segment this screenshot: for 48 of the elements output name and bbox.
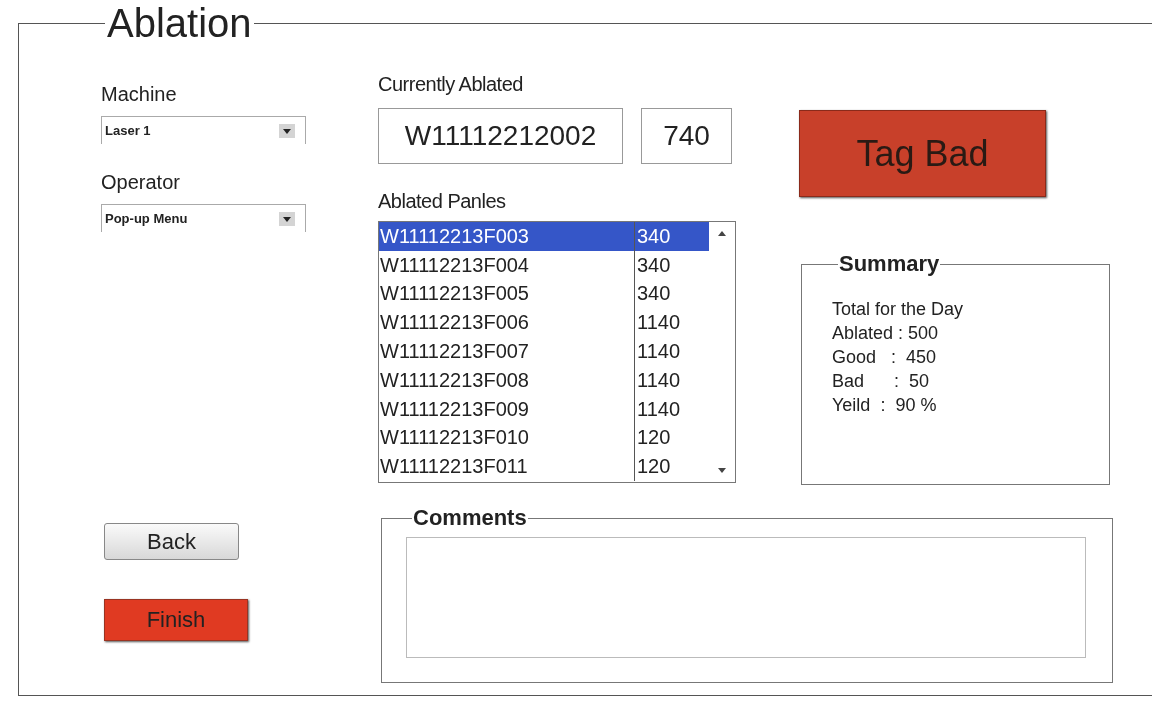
scroll-down-icon[interactable] (717, 466, 727, 474)
panel-id-cell: W11112213F004 (379, 250, 635, 280)
count-cell-text: 1140 (636, 397, 680, 421)
currently-ablated-label: Currently Ablated (378, 72, 524, 96)
panel-id-cell: W11112213F010 (379, 423, 635, 453)
count-cell-text: 340 (636, 282, 671, 306)
count-cell-text: 1140 (636, 311, 680, 335)
list-row[interactable]: W11112213F003 340 (379, 222, 709, 251)
back-button[interactable]: Back (104, 523, 239, 560)
list-row[interactable]: W11112213F009 1140 (379, 394, 709, 424)
list-row[interactable]: W11112213F004 340 (379, 250, 709, 280)
summary-line: Total for the Day (832, 298, 965, 321)
panel-id-cell: W11112213F008 (379, 366, 635, 395)
scroll-up-icon[interactable] (717, 230, 727, 238)
list-row[interactable]: W11112213F005 340 (379, 279, 709, 309)
count-cell-text: 120 (636, 455, 671, 479)
summary-line: Good : 450 (832, 346, 938, 369)
ablated-panels-label: Ablated Panles (378, 189, 507, 213)
summary-line: Bad : 50 (832, 370, 931, 393)
panel-id-cell: W11112213F007 (379, 337, 635, 366)
count-cell-text: 1140 (636, 368, 680, 392)
panel-id-cell: W11112213F011 (379, 452, 635, 482)
operator-dropdown[interactable]: Pop-up Menu (101, 204, 306, 232)
panel-id-cell: W11112213F009 (379, 394, 635, 424)
machine-dropdown[interactable]: Laser 1 (101, 116, 306, 144)
machine-label: Machine (101, 82, 178, 106)
list-row[interactable]: W11112213F010 120 (379, 423, 709, 453)
summary-line: Yeild : 90 % (832, 394, 938, 417)
panel-id-cell: W11112213F005 (379, 279, 635, 309)
summary-line: Ablated : 500 (832, 322, 940, 345)
list-row[interactable]: W11112213F006 1140 (379, 308, 709, 338)
finish-button[interactable]: Finish (104, 599, 248, 641)
comments-field[interactable] (406, 537, 1086, 658)
list-row[interactable]: W11112213F007 1140 (379, 337, 709, 366)
summary-title: Summary (838, 251, 941, 277)
panel-id-cell: W11112213F006 (379, 308, 635, 338)
count-cell-text: 340 (636, 253, 671, 277)
list-row[interactable]: W11112213F008 1140 (379, 366, 709, 395)
list-row[interactable]: W11112213F011 120 (379, 452, 709, 482)
count-cell-text: 120 (636, 426, 671, 450)
operator-label: Operator (101, 170, 181, 194)
count-cell-text: 340 (636, 224, 671, 248)
count-field[interactable]: 740 (641, 108, 732, 164)
panel-id-field[interactable]: W11112212002 (378, 108, 623, 164)
panel-id-cell: W11112213F003 (379, 222, 635, 251)
comments-title: Comments (412, 505, 528, 531)
count-cell-text: 1140 (636, 340, 680, 364)
window-title: Ablation (106, 0, 253, 46)
